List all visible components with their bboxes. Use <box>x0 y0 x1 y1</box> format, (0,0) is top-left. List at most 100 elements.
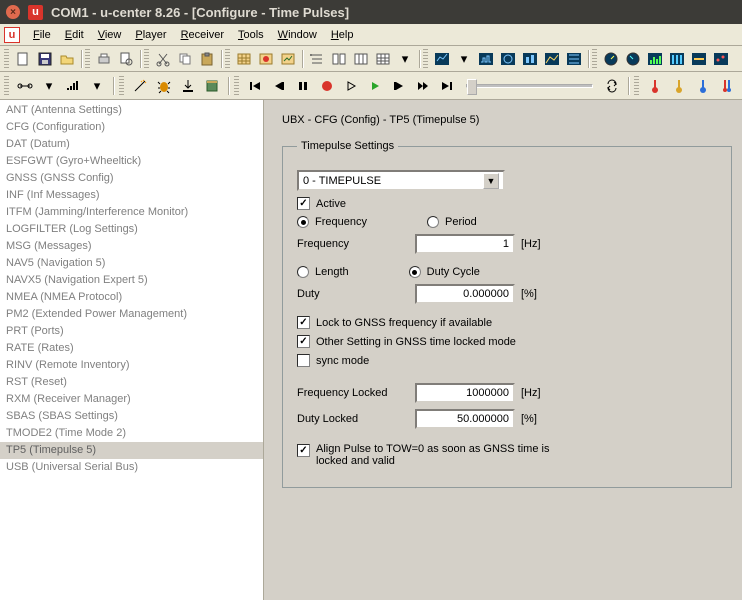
signal-icon[interactable] <box>62 75 84 97</box>
config-tree[interactable]: ANT (Antenna Settings)CFG (Configuration… <box>0 100 264 600</box>
grid1-icon[interactable] <box>233 48 255 70</box>
sidebar-item[interactable]: SBAS (SBAS Settings) <box>0 408 263 425</box>
sidebar-item[interactable]: TP5 (Timepulse 5) <box>0 442 263 459</box>
dutycycle-radio[interactable]: Duty Cycle <box>409 266 480 278</box>
bars4-icon[interactable] <box>710 48 732 70</box>
menu-edit[interactable]: Edit <box>58 27 91 43</box>
sidebar-item[interactable]: NAV5 (Navigation 5) <box>0 255 263 272</box>
therm-mix-icon[interactable] <box>716 75 738 97</box>
chart3-icon[interactable] <box>497 48 519 70</box>
play-icon[interactable] <box>364 75 386 97</box>
frequency-input[interactable]: 1 <box>415 234 515 254</box>
duty-input[interactable]: 0.000000 <box>415 284 515 304</box>
pause-icon[interactable] <box>292 75 314 97</box>
frequency-radio[interactable]: Frequency <box>297 216 367 228</box>
chart1-icon[interactable] <box>431 48 453 70</box>
connect-icon[interactable] <box>14 75 36 97</box>
dropdown-icon[interactable]: ▾ <box>394 48 416 70</box>
therm-red-icon[interactable] <box>644 75 666 97</box>
menu-view[interactable]: View <box>91 27 129 43</box>
wand-icon[interactable] <box>129 75 151 97</box>
therm-yellow-icon[interactable] <box>668 75 690 97</box>
list1-icon[interactable] <box>306 48 328 70</box>
menu-tools[interactable]: Tools <box>231 27 271 43</box>
menu-receiver[interactable]: Receiver <box>174 27 231 43</box>
sidebar-item[interactable]: NAVX5 (Navigation Expert 5) <box>0 272 263 289</box>
chart4-icon[interactable] <box>519 48 541 70</box>
download-icon[interactable] <box>177 75 199 97</box>
sidebar-item[interactable]: ITFM (Jamming/Interference Monitor) <box>0 204 263 221</box>
chart5-icon[interactable] <box>541 48 563 70</box>
sidebar-item[interactable]: ANT (Antenna Settings) <box>0 102 263 119</box>
sidebar-item[interactable]: NMEA (NMEA Protocol) <box>0 289 263 306</box>
period-radio[interactable]: Period <box>427 216 477 228</box>
duty-locked-input[interactable]: 50.000000 <box>415 409 515 429</box>
dial2-icon[interactable] <box>622 48 644 70</box>
sidebar-item[interactable]: ESFGWT (Gyro+Wheeltick) <box>0 153 263 170</box>
bars3-icon[interactable] <box>688 48 710 70</box>
active-checkbox[interactable]: ✓ Active <box>297 197 346 210</box>
lock-gnss-checkbox[interactable]: ✓ Lock to GNSS frequency if available <box>297 316 492 329</box>
dropdown-connect-icon[interactable]: ▾ <box>38 75 60 97</box>
open-icon[interactable] <box>56 48 78 70</box>
sync-mode-checkbox[interactable]: sync mode <box>297 354 369 367</box>
bars1-icon[interactable] <box>644 48 666 70</box>
book-icon[interactable] <box>201 75 223 97</box>
sidebar-item[interactable]: LOGFILTER (Log Settings) <box>0 221 263 238</box>
step-back-icon[interactable] <box>268 75 290 97</box>
sidebar-item[interactable]: GNSS (GNSS Config) <box>0 170 263 187</box>
other-setting-checkbox[interactable]: ✓ Other Setting in GNSS time locked mode <box>297 335 516 348</box>
sidebar-item[interactable]: TMODE2 (Time Mode 2) <box>0 425 263 442</box>
new-file-icon[interactable] <box>12 48 34 70</box>
record-icon[interactable] <box>316 75 338 97</box>
print-preview-icon[interactable] <box>115 48 137 70</box>
bars2-icon[interactable] <box>666 48 688 70</box>
loop-icon[interactable] <box>601 75 623 97</box>
freq-locked-input[interactable]: 1000000 <box>415 383 515 403</box>
app-icon-small[interactable]: u <box>4 27 20 43</box>
grid3-icon[interactable] <box>277 48 299 70</box>
sidebar-item[interactable]: MSG (Messages) <box>0 238 263 255</box>
menu-help[interactable]: Help <box>324 27 361 43</box>
grid2-icon[interactable] <box>255 48 277 70</box>
menu-player[interactable]: Player <box>128 27 173 43</box>
dropdown-signal-icon[interactable]: ▾ <box>86 75 108 97</box>
sidebar-item[interactable]: RATE (Rates) <box>0 340 263 357</box>
list2-icon[interactable] <box>328 48 350 70</box>
sidebar-item[interactable]: CFG (Configuration) <box>0 119 263 136</box>
chart6-icon[interactable] <box>563 48 585 70</box>
sidebar-item[interactable]: RXM (Receiver Manager) <box>0 391 263 408</box>
sidebar-item[interactable]: DAT (Datum) <box>0 136 263 153</box>
menu-file[interactable]: File <box>26 27 58 43</box>
dial1-icon[interactable] <box>600 48 622 70</box>
step-fwd-icon[interactable] <box>388 75 410 97</box>
paste-icon[interactable] <box>196 48 218 70</box>
copy-icon[interactable] <box>174 48 196 70</box>
timepulse-select[interactable]: 0 - TIMEPULSE ▼ <box>297 170 505 191</box>
chevron-down-icon[interactable]: ▼ <box>483 173 499 189</box>
sidebar-item[interactable]: RINV (Remote Inventory) <box>0 357 263 374</box>
sidebar-item[interactable]: INF (Inf Messages) <box>0 187 263 204</box>
fast-fwd-icon[interactable] <box>412 75 434 97</box>
cut-icon[interactable] <box>152 48 174 70</box>
align-pulse-checkbox[interactable]: ✓ Align Pulse to TOW=0 as soon as GNSS t… <box>297 443 556 467</box>
menu-window[interactable]: Window <box>271 27 324 43</box>
sidebar-item[interactable]: PRT (Ports) <box>0 323 263 340</box>
length-radio[interactable]: Length <box>297 266 349 278</box>
bug-icon[interactable] <box>153 75 175 97</box>
matrix-icon[interactable] <box>372 48 394 70</box>
close-icon[interactable]: × <box>6 5 20 19</box>
save-icon[interactable] <box>34 48 56 70</box>
skip-start-icon[interactable] <box>244 75 266 97</box>
chart2-icon[interactable] <box>475 48 497 70</box>
sidebar-item[interactable]: PM2 (Extended Power Management) <box>0 306 263 323</box>
playback-slider[interactable] <box>466 84 593 88</box>
skip-end-icon[interactable] <box>436 75 458 97</box>
print-icon[interactable] <box>93 48 115 70</box>
sidebar-item[interactable]: RST (Reset) <box>0 374 263 391</box>
therm-blue-icon[interactable] <box>692 75 714 97</box>
sidebar-item[interactable]: USB (Universal Serial Bus) <box>0 459 263 476</box>
play-outline-icon[interactable] <box>340 75 362 97</box>
dropdown2-icon[interactable]: ▾ <box>453 48 475 70</box>
colgrid-icon[interactable] <box>350 48 372 70</box>
